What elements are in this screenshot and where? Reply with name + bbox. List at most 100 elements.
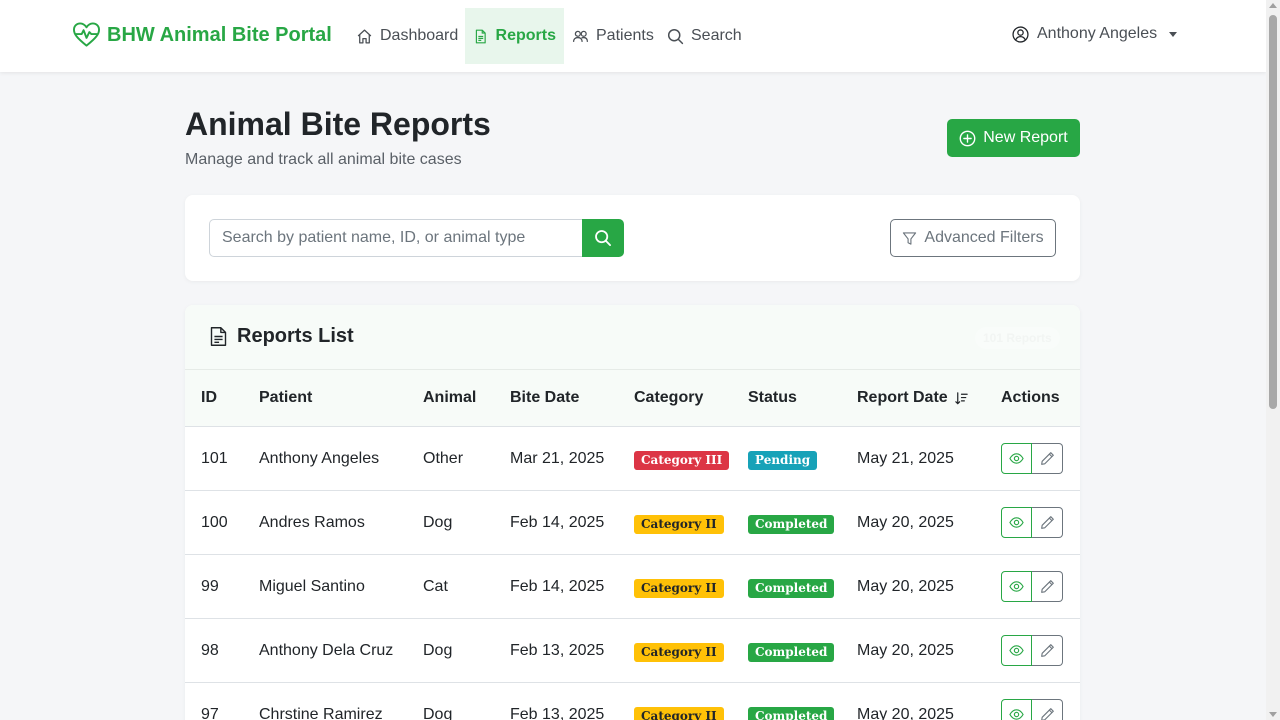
advanced-filters-label: Advanced Filters xyxy=(924,229,1044,246)
col-report-date-label: Report Date xyxy=(857,389,948,406)
nav-reports[interactable]: Reports xyxy=(465,8,564,64)
new-report-label: New Report xyxy=(983,129,1068,146)
pencil-icon xyxy=(1040,708,1054,720)
view-button[interactable] xyxy=(1001,699,1032,720)
caret-down-icon xyxy=(1169,31,1178,37)
cell-animal: Other xyxy=(423,450,464,467)
cell-animal: Dog xyxy=(423,642,453,659)
cell-bite-date: Feb 13, 2025 xyxy=(510,706,605,720)
status-badge: Pending xyxy=(748,451,818,470)
cell-report-date: May 20, 2025 xyxy=(857,706,954,720)
row-actions xyxy=(1001,507,1063,538)
scroll-thumb[interactable] xyxy=(1269,15,1277,409)
search-input[interactable] xyxy=(209,219,583,257)
edit-button[interactable] xyxy=(1032,443,1063,474)
cell-report-date: May 20, 2025 xyxy=(857,578,954,595)
status-badge: Completed xyxy=(748,515,835,534)
pencil-icon xyxy=(1040,452,1054,465)
category-badge: Category II xyxy=(634,707,724,720)
col-category[interactable]: Category xyxy=(634,389,703,407)
cell-id: 99 xyxy=(201,578,219,595)
nav-patients[interactable]: Patients xyxy=(564,8,662,64)
page-scrollbar[interactable] xyxy=(1266,0,1280,720)
table-row[interactable]: 97 Chrstine Ramirez Dog Feb 13, 2025 Cat… xyxy=(185,683,1080,720)
status-badge: Completed xyxy=(748,579,835,598)
table-row[interactable]: 101 Anthony Angeles Other Mar 21, 2025 C… xyxy=(185,427,1080,491)
file-icon xyxy=(210,327,227,346)
plus-circle-icon xyxy=(959,130,976,146)
eye-icon xyxy=(1009,645,1024,656)
table-header: ID Patient Animal Bite Date Category Sta… xyxy=(185,370,1080,427)
cell-bite-date: Feb 14, 2025 xyxy=(510,514,605,531)
col-animal[interactable]: Animal xyxy=(423,389,476,407)
cell-patient: Anthony Angeles xyxy=(259,450,380,467)
cell-animal: Dog xyxy=(423,514,453,531)
category-badge: Category III xyxy=(634,451,730,470)
col-bite-date[interactable]: Bite Date xyxy=(510,389,579,407)
search-card: Advanced Filters xyxy=(185,195,1080,281)
eye-icon xyxy=(1009,581,1024,592)
row-actions xyxy=(1001,699,1063,720)
search-icon xyxy=(667,28,684,44)
user-circle-icon xyxy=(1012,25,1029,43)
page-title: Animal Bite Reports xyxy=(185,106,491,142)
row-actions xyxy=(1001,443,1063,474)
col-status[interactable]: Status xyxy=(748,389,797,407)
search-icon xyxy=(595,230,611,246)
page-subtitle: Manage and track all animal bite cases xyxy=(185,151,462,168)
view-button[interactable] xyxy=(1001,635,1032,666)
cell-id: 100 xyxy=(201,514,228,531)
nav-dashboard[interactable]: Dashboard xyxy=(348,8,466,64)
edit-button[interactable] xyxy=(1032,571,1063,602)
row-actions xyxy=(1001,635,1063,666)
scroll-down-icon[interactable] xyxy=(1269,712,1277,717)
nav-search[interactable]: Search xyxy=(659,8,750,64)
sort-desc-icon xyxy=(954,391,968,405)
view-button[interactable] xyxy=(1001,443,1032,474)
table-row[interactable]: 100 Andres Ramos Dog Feb 14, 2025 Catego… xyxy=(185,491,1080,555)
category-badge: Category II xyxy=(634,579,724,598)
table-row[interactable]: 99 Miguel Santino Cat Feb 14, 2025 Categ… xyxy=(185,555,1080,619)
brand-name: BHW Animal Bite Portal xyxy=(107,23,332,46)
row-actions xyxy=(1001,571,1063,602)
cell-bite-date: Mar 21, 2025 xyxy=(510,450,605,467)
cell-report-date: May 20, 2025 xyxy=(857,514,954,531)
pencil-icon xyxy=(1040,580,1054,593)
col-id[interactable]: ID xyxy=(201,389,217,407)
edit-button[interactable] xyxy=(1032,635,1063,666)
cell-id: 101 xyxy=(201,450,228,467)
view-button[interactable] xyxy=(1001,507,1032,538)
navbar: BHW Animal Bite Portal Dashboard Reports… xyxy=(0,0,1266,72)
search-button[interactable] xyxy=(582,219,624,257)
col-patient[interactable]: Patient xyxy=(259,389,312,407)
cell-patient: Miguel Santino xyxy=(259,578,365,595)
edit-button[interactable] xyxy=(1032,507,1063,538)
cell-patient: Andres Ramos xyxy=(259,514,365,531)
status-badge: Completed xyxy=(748,707,835,720)
cell-patient: Chrstine Ramirez xyxy=(259,706,383,720)
cell-animal: Dog xyxy=(423,706,453,720)
brand[interactable]: BHW Animal Bite Portal xyxy=(73,22,332,48)
view-button[interactable] xyxy=(1001,571,1032,602)
table-row[interactable]: 98 Anthony Dela Cruz Dog Feb 13, 2025 Ca… xyxy=(185,619,1080,683)
scroll-up-icon[interactable] xyxy=(1269,3,1277,8)
eye-icon xyxy=(1009,453,1024,464)
cell-report-date: May 20, 2025 xyxy=(857,642,954,659)
advanced-filters-button[interactable]: Advanced Filters xyxy=(890,219,1056,257)
status-badge: Completed xyxy=(748,643,835,662)
nav-search-label: Search xyxy=(691,27,742,44)
category-badge: Category II xyxy=(634,643,724,662)
cell-id: 98 xyxy=(201,642,219,659)
new-report-button[interactable]: New Report xyxy=(947,119,1080,157)
edit-button[interactable] xyxy=(1032,699,1063,720)
cell-id: 97 xyxy=(201,706,219,720)
cell-animal: Cat xyxy=(423,578,448,595)
people-icon xyxy=(572,30,589,42)
eye-icon xyxy=(1009,709,1024,720)
col-report-date[interactable]: Report Date xyxy=(857,389,969,407)
funnel-icon xyxy=(903,231,917,245)
user-name: Anthony Angeles xyxy=(1037,25,1158,42)
nav-patients-label: Patients xyxy=(596,27,654,44)
cell-patient: Anthony Dela Cruz xyxy=(259,642,394,659)
user-menu[interactable]: Anthony Angeles xyxy=(1012,25,1178,43)
